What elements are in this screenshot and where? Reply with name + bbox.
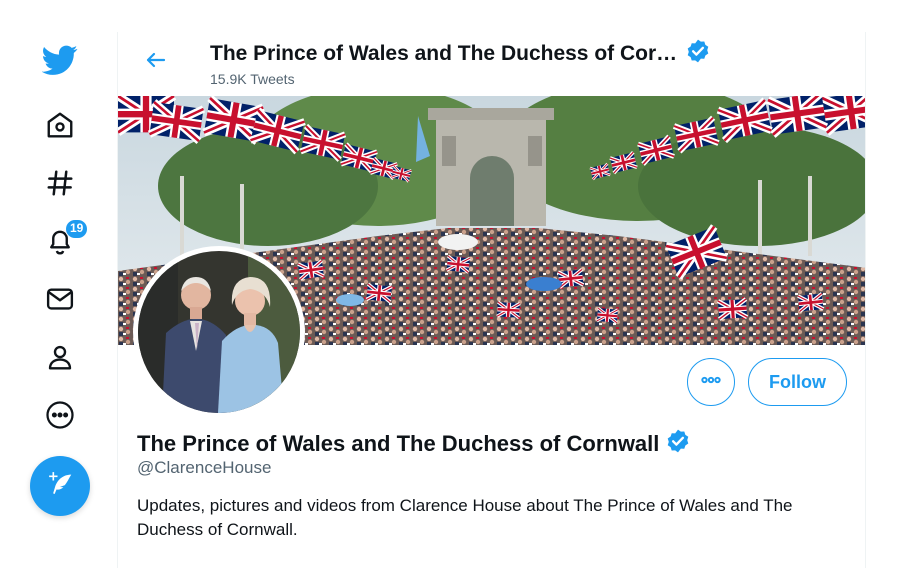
profile-more-button[interactable] xyxy=(687,358,735,406)
profile-name-row: The Prince of Wales and The Duchess of C… xyxy=(137,428,691,459)
twitter-logo-icon[interactable] xyxy=(32,38,88,82)
profile-person-icon[interactable] xyxy=(32,335,88,379)
compose-tweet-button[interactable] xyxy=(30,456,90,516)
explore-hashtag-icon[interactable] xyxy=(32,161,88,205)
verified-badge-icon xyxy=(685,38,711,69)
home-icon[interactable] xyxy=(32,103,88,147)
profile-column: The Prince of Wales and The Duchess of C… xyxy=(117,32,866,568)
compose-tweet-icon xyxy=(45,469,75,504)
notification-count-badge: 19 xyxy=(65,219,89,239)
back-arrow-icon xyxy=(144,48,168,77)
profile-display-name: The Prince of Wales and The Duchess of C… xyxy=(137,430,660,456)
header-title-row: The Prince of Wales and The Duchess of C… xyxy=(210,38,711,69)
profile-bio: Updates, pictures and videos from Claren… xyxy=(137,496,793,539)
header-title: The Prince of Wales and The Duchess of C… xyxy=(210,41,678,65)
follow-button[interactable]: Follow xyxy=(748,358,847,406)
sidebar-nav: 19 xyxy=(0,0,118,568)
notifications-bell-icon[interactable]: 19 xyxy=(32,219,89,263)
back-button[interactable] xyxy=(138,44,174,80)
verified-badge-icon xyxy=(665,428,691,459)
profile-header-bar: The Prince of Wales and The Duchess of C… xyxy=(118,32,865,96)
more-ellipsis-icon[interactable] xyxy=(32,393,88,437)
profile-handle: @ClarenceHouse xyxy=(137,458,272,477)
messages-envelope-icon[interactable] xyxy=(32,277,88,321)
more-ellipsis-icon xyxy=(698,367,724,398)
tweet-count: 15.9K Tweets xyxy=(210,71,295,87)
app-window: 19 The Prince of Wales and The Duchess o… xyxy=(0,0,916,568)
profile-avatar[interactable] xyxy=(133,246,305,418)
